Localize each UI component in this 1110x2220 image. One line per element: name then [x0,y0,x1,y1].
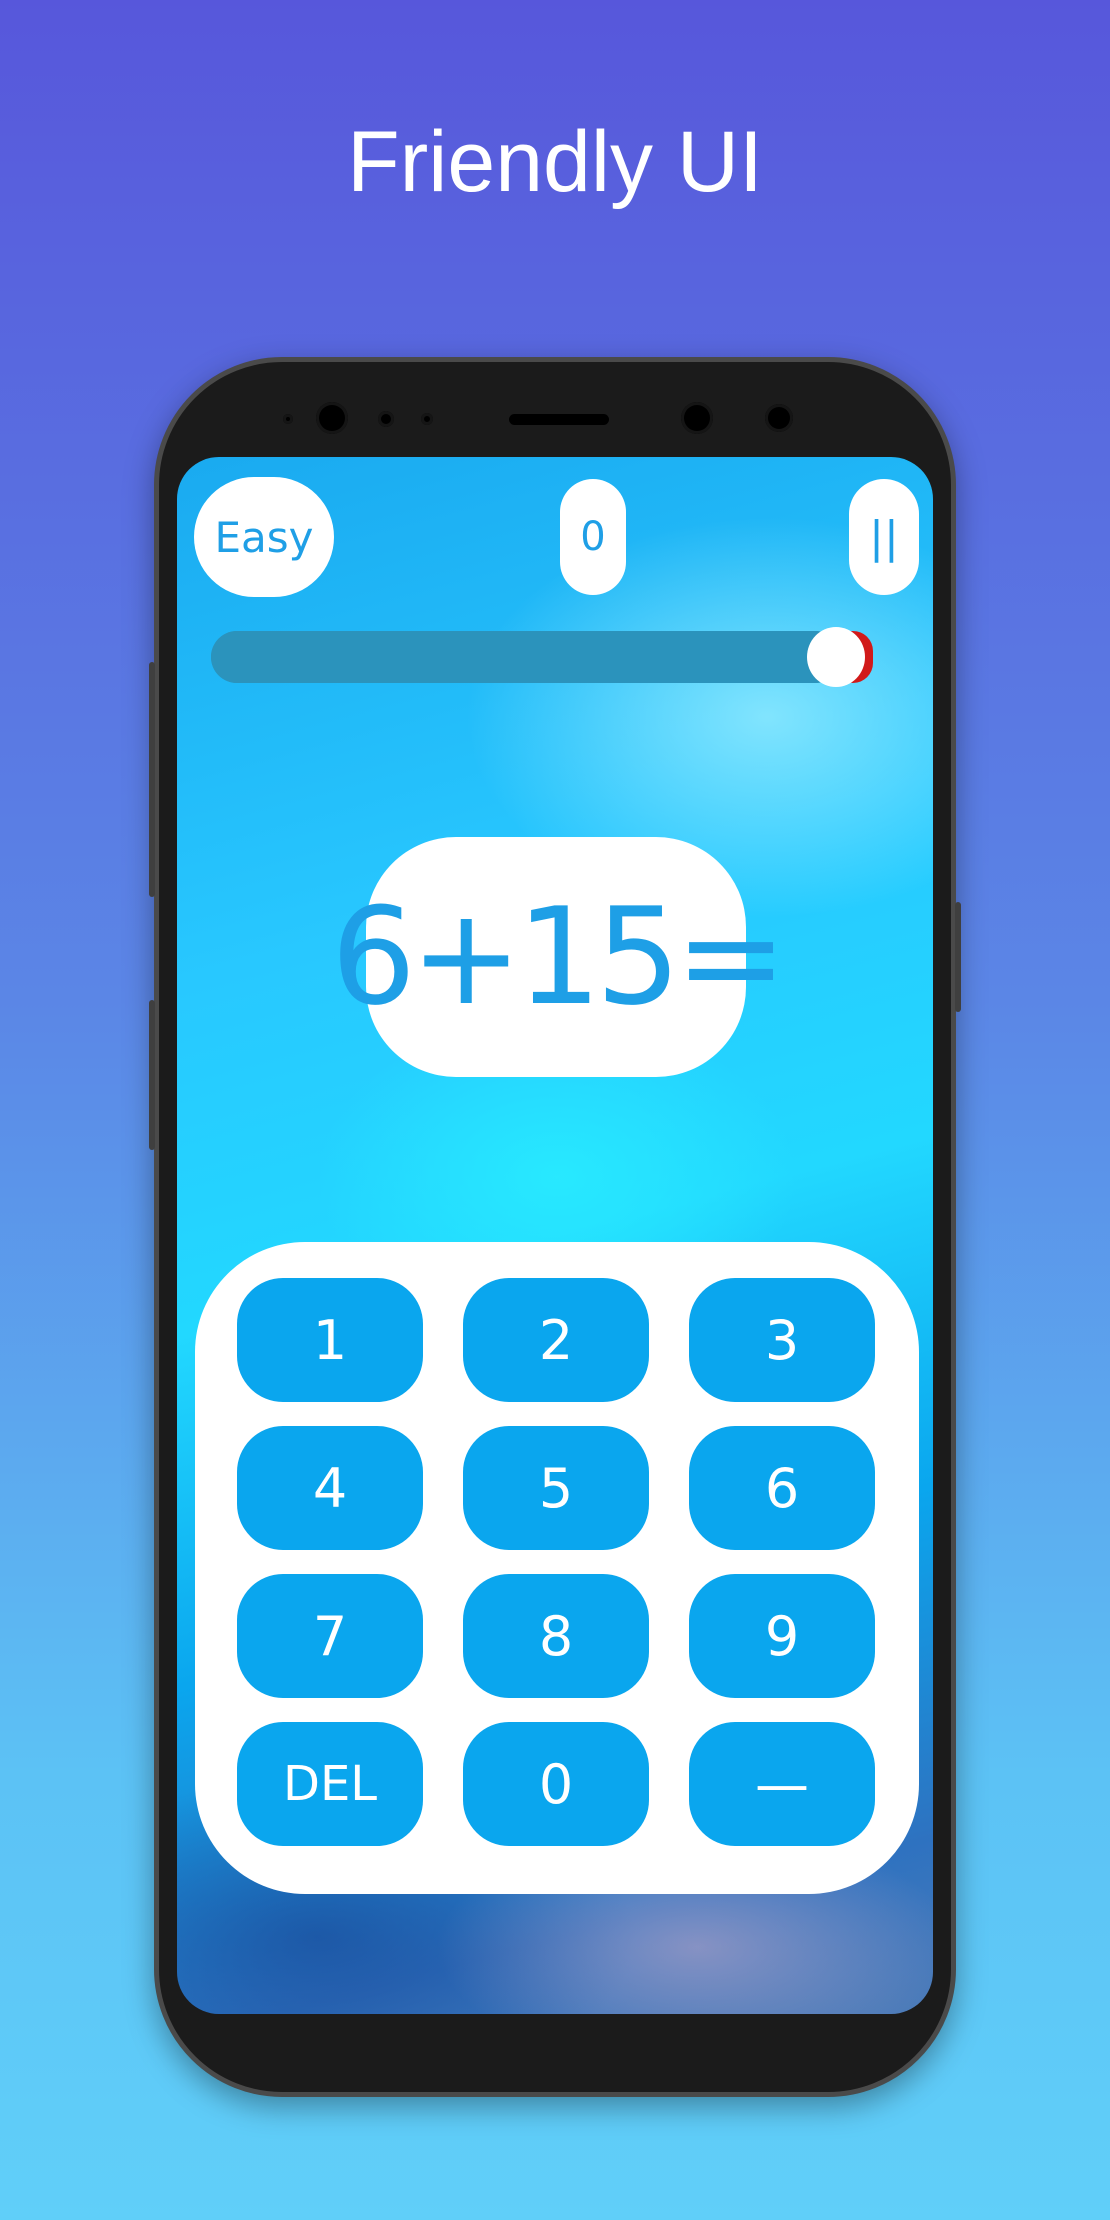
score-display: 0 [560,479,626,595]
key-7[interactable]: 7 [237,1574,423,1698]
number-keypad: 1 2 3 4 5 6 7 8 9 DEL 0 — [195,1242,919,1894]
game-screen: Easy 0 || 6+15= 1 2 3 4 5 6 7 8 9 DEL 0 — [177,457,933,2014]
front-camera-icon [316,402,348,434]
timer-thumb [807,627,865,687]
sensor-dot-icon [421,413,433,425]
sensor-dot-icon [765,404,793,432]
sensor-dot-icon [283,414,293,424]
key-5[interactable]: 5 [463,1426,649,1550]
sensor-dot-icon [378,411,394,427]
key-1[interactable]: 1 [237,1278,423,1402]
phone-volume-up-button [149,662,155,897]
timer-indicator [807,627,887,687]
key-8[interactable]: 8 [463,1574,649,1698]
phone-volume-down-button [149,1000,155,1150]
iris-scanner-icon [681,402,713,434]
phone-frame: Easy 0 || 6+15= 1 2 3 4 5 6 7 8 9 DEL 0 — [149,357,961,2097]
pause-button[interactable]: || [849,479,919,595]
key-minus[interactable]: — [689,1722,875,1846]
phone-power-button [955,902,961,1012]
key-0[interactable]: 0 [463,1722,649,1846]
key-4[interactable]: 4 [237,1426,423,1550]
key-2[interactable]: 2 [463,1278,649,1402]
difficulty-button[interactable]: Easy [194,477,334,597]
question-display: 6+15= [331,837,787,1077]
key-6[interactable]: 6 [689,1426,875,1550]
earpiece-speaker [509,414,609,425]
key-3[interactable]: 3 [689,1278,875,1402]
key-9[interactable]: 9 [689,1574,875,1698]
promo-headline: Friendly UI [347,114,763,210]
timer-fill [211,631,841,683]
timer-bar [211,631,841,683]
key-delete[interactable]: DEL [237,1722,423,1846]
